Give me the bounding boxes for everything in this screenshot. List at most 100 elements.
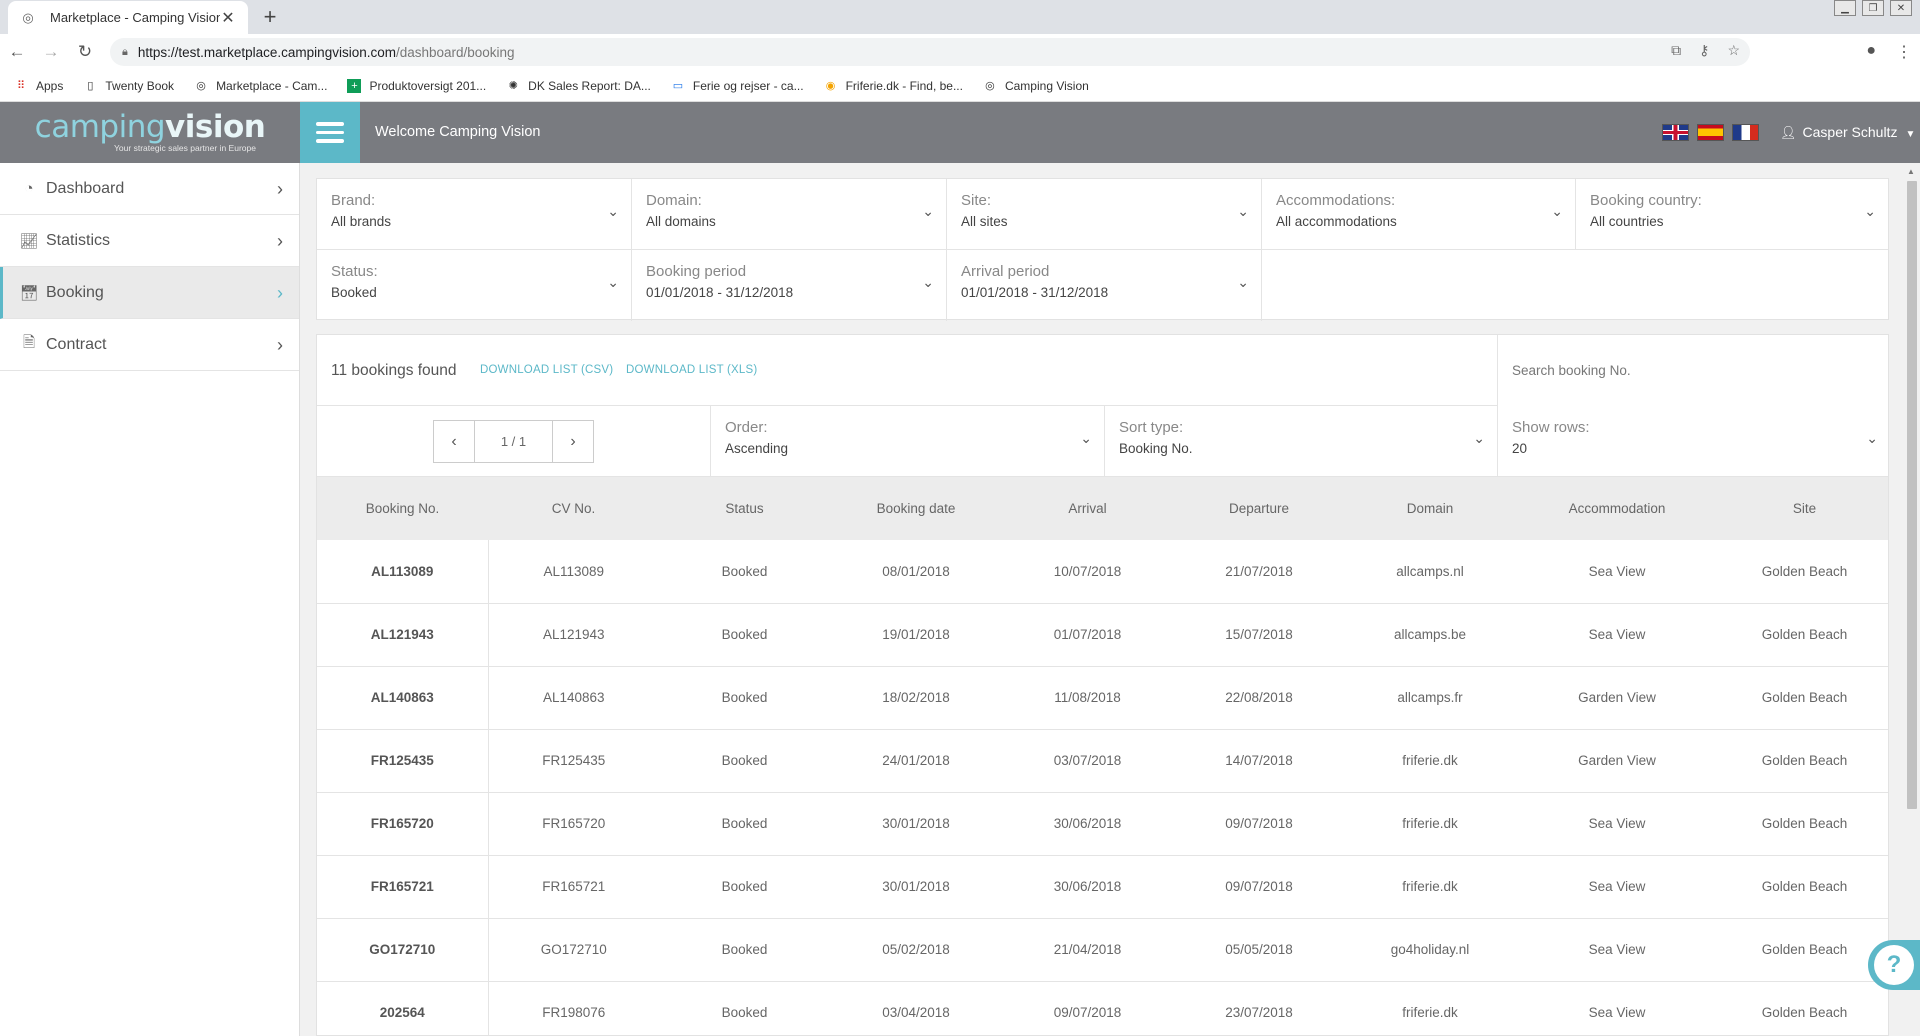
back-icon[interactable]: ← <box>0 42 34 62</box>
chevron-down-icon: ⌄ <box>1864 203 1876 219</box>
bookmark-ferie[interactable]: ▭ Ferie og rejser - ca... <box>671 79 804 93</box>
help-button[interactable]: ? <box>1868 940 1920 990</box>
france-flag-icon[interactable] <box>1732 124 1759 141</box>
table-row[interactable]: AL140863 AL140863 Booked 18/02/2018 11/08/20… <box>317 666 1888 730</box>
translate-icon[interactable]: ⧉ <box>1671 42 1681 59</box>
key-icon[interactable]: ⚷ <box>1699 42 1709 59</box>
close-tab-icon[interactable]: ✕ <box>220 8 236 28</box>
reload-icon[interactable]: ↻ <box>68 42 102 62</box>
bookmark-camping-vision[interactable]: ◎ Camping Vision <box>983 79 1089 93</box>
next-page-icon[interactable]: › <box>553 421 593 462</box>
profile-icon[interactable]: ● <box>1866 42 1876 62</box>
filter-value: All sites <box>961 214 1008 229</box>
forward-icon[interactable]: → <box>34 42 68 62</box>
table-row[interactable]: AL121943 AL121943 Booked 19/01/2018 01/07/20… <box>317 603 1888 667</box>
bookmark-label: Produktoversigt 201... <box>369 78 487 93</box>
bookmark-dk-sales[interactable]: ✺ DK Sales Report: DA... <box>506 79 651 93</box>
page-scrollbar[interactable]: ▲ <box>1904 163 1920 1036</box>
close-window-icon[interactable]: ✕ <box>1890 0 1912 16</box>
column-header[interactable]: Site <box>1719 477 1888 540</box>
arrival-period-filter[interactable]: Arrival period 01/01/2018 - 31/12/2018 ⌄ <box>947 250 1262 321</box>
bookmark-twenty-book[interactable]: ▯ Twenty Book <box>83 79 174 93</box>
new-tab-button[interactable]: + <box>258 4 282 30</box>
filter-value: Booked <box>331 285 377 300</box>
booking-period-filter[interactable]: Booking period 01/01/2018 - 31/12/2018 ⌄ <box>632 250 947 321</box>
control-label: Show rows: <box>1512 419 1590 436</box>
accommodations-filter[interactable]: Accommodations: All accommodations ⌄ <box>1262 179 1576 250</box>
table-cell: 05/02/2018 <box>830 918 1002 982</box>
results-header: 11 bookings found DOWNLOAD LIST (CSV) DO… <box>317 335 1888 406</box>
results-controls: ‹ 1 / 1 › Order: Ascending ⌄ Sort type: … <box>317 406 1888 477</box>
table-cell: 30/06/2018 <box>1002 855 1173 919</box>
column-header[interactable]: Accommodation <box>1515 477 1719 540</box>
domain-filter[interactable]: Domain: All domains ⌄ <box>632 179 947 250</box>
minimize-icon[interactable]: ▁ <box>1834 0 1856 16</box>
download-csv-link[interactable]: DOWNLOAD LIST (CSV) <box>480 335 613 406</box>
column-header[interactable]: CV No. <box>488 477 659 540</box>
campingvision-icon: ◎ <box>985 79 995 92</box>
sidebar-item-statistics[interactable]: 📈︎ Statistics › <box>0 215 299 267</box>
column-header[interactable]: Departure <box>1173 477 1345 540</box>
travel-icon: ▭ <box>672 79 684 92</box>
filter-value: All brands <box>331 214 392 229</box>
bookmark-marketplace[interactable]: ◎ Marketplace - Cam... <box>194 79 327 93</box>
table-row[interactable]: FR165720 FR165720 Booked 30/01/2018 30/06/20… <box>317 792 1888 856</box>
menu-kebab-icon[interactable]: ⋮ <box>1896 42 1912 62</box>
sidebar-item-dashboard[interactable]: ◔ Dashboard › <box>0 163 299 215</box>
table-row[interactable]: FR125435 FR125435 Booked 24/01/2018 03/07/20… <box>317 729 1888 793</box>
bookmark-apps[interactable]: ⠿ Apps <box>14 79 63 93</box>
table-cell: GO172710 <box>488 918 659 982</box>
page-indicator: 1 / 1 <box>474 421 553 462</box>
user-menu[interactable]: 👤︎ Casper Schultz ▼ <box>1780 102 1915 163</box>
table-cell: FR165720 <box>317 792 489 856</box>
sidebar-item-booking[interactable]: 📅︎ Booking › <box>0 267 299 319</box>
uk-flag-icon[interactable] <box>1662 124 1689 141</box>
site-filter[interactable]: Site: All sites ⌄ <box>947 179 1262 250</box>
sidebar-item-contract[interactable]: 🗎︎ Contract › <box>0 319 299 371</box>
pagination: ‹ 1 / 1 › <box>433 420 594 463</box>
campingvision-logo[interactable]: campingvision Your strategic sales partn… <box>0 102 300 163</box>
bookmark-friferie[interactable]: ◉ Friferie.dk - Find, be... <box>824 79 963 93</box>
control-label: Sort type: <box>1119 419 1184 436</box>
hamburger-menu-button[interactable] <box>300 102 360 163</box>
bookmark-star-icon[interactable]: ☆ <box>1727 42 1740 59</box>
table-cell: AL140863 <box>488 666 659 730</box>
filter-value: All accommodations <box>1276 214 1397 229</box>
table-row[interactable]: FR165721 FR165721 Booked 30/01/2018 30/06/20… <box>317 855 1888 919</box>
search-booking-input[interactable] <box>1497 335 1888 406</box>
column-header[interactable]: Status <box>659 477 830 540</box>
order-select[interactable]: Order: Ascending ⌄ <box>710 406 1104 477</box>
status-filter[interactable]: Status: Booked ⌄ <box>317 250 632 321</box>
filter-label: Domain: <box>646 192 702 209</box>
table-cell: Garden View <box>1515 729 1719 793</box>
spain-flag-icon[interactable] <box>1697 124 1724 141</box>
column-header[interactable]: Domain <box>1345 477 1515 540</box>
booking-country-filter[interactable]: Booking country: All countries ⌄ <box>1576 179 1888 250</box>
scrollbar-thumb[interactable] <box>1907 181 1917 809</box>
chevron-down-icon: ⌄ <box>1237 203 1249 219</box>
table-cell: Booked <box>659 666 830 730</box>
browser-tab[interactable]: ◎ Marketplace - Camping Vision ✕ <box>8 1 248 34</box>
show-rows-select[interactable]: Show rows: 20 ⌄ <box>1497 406 1888 477</box>
bookings-table: Booking No. CV No. Status Booking date A… <box>317 477 1888 1035</box>
chevron-down-icon: ⌄ <box>922 203 934 219</box>
welcome-text: Welcome Camping Vision <box>375 124 541 140</box>
brand-filter[interactable]: Brand: All brands ⌄ <box>317 179 632 250</box>
address-bar[interactable]: 🔒︎ https://test.marketplace.campingvisio… <box>110 38 1750 66</box>
restore-icon[interactable]: ❐ <box>1862 0 1884 16</box>
table-cell: 21/07/2018 <box>1173 540 1345 604</box>
table-row[interactable]: GO172710 GO172710 Booked 05/02/2018 21/04/20… <box>317 918 1888 982</box>
page-icon: ▯ <box>87 79 94 92</box>
filters-panel: Brand: All brands ⌄ Domain: All domains … <box>316 178 1889 321</box>
column-header[interactable]: Booking No. <box>317 477 488 540</box>
table-row[interactable]: 202564 FR198076 Booked 03/04/2018 09/07/2018… <box>317 981 1888 1035</box>
scroll-up-icon[interactable]: ▲ <box>1907 167 1915 176</box>
column-header[interactable]: Arrival <box>1002 477 1173 540</box>
prev-page-icon[interactable]: ‹ <box>434 421 474 462</box>
column-header[interactable]: Booking date <box>830 477 1002 540</box>
table-row[interactable]: AL113089 AL113089 Booked 08/01/2018 10/07/20… <box>317 540 1888 604</box>
sort-type-select[interactable]: Sort type: Booking No. ⌄ <box>1104 406 1497 477</box>
download-xls-link[interactable]: DOWNLOAD LIST (XLS) <box>626 335 757 406</box>
bookmark-produktoversigt[interactable]: + Produktoversigt 201... <box>347 78 487 93</box>
chevron-down-icon: ⌄ <box>607 203 619 219</box>
